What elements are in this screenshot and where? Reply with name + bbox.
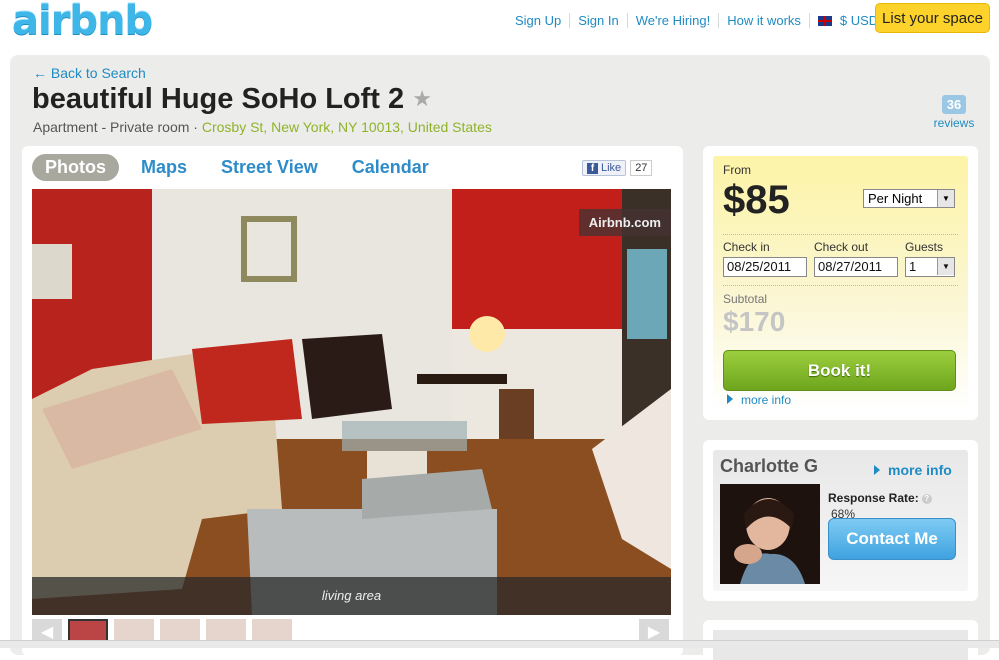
booking-more-info-link[interactable]: more info xyxy=(727,393,791,407)
arrow-left-icon: ← xyxy=(33,65,47,81)
contact-me-button[interactable]: Contact Me xyxy=(828,518,956,560)
reviews-link[interactable]: reviews xyxy=(930,116,978,130)
response-rate-label: Response Rate:? xyxy=(828,491,932,505)
airbnb-logo[interactable]: airbnb xyxy=(12,0,153,44)
list-your-space-button[interactable]: List your space xyxy=(875,3,990,33)
photo-watermark: Airbnb.com xyxy=(578,209,671,236)
listing-location-link[interactable]: Crosby St, New York, NY 10013, United St… xyxy=(202,119,492,135)
like-count: 27 xyxy=(630,160,653,176)
from-label: From xyxy=(723,163,751,177)
booking-panel: From $85 Per Night ▼ Check in 08/25/2011 … xyxy=(703,146,978,420)
currency-label: $ USD xyxy=(839,13,879,28)
listing-title-text: beautiful Huge SoHo Loft 2 xyxy=(32,83,405,115)
listing-subtitle: Apartment - Private room · Crosby St, Ne… xyxy=(33,119,492,135)
help-icon[interactable]: ? xyxy=(921,494,932,504)
living-room-photo xyxy=(32,189,671,615)
listing-title: beautiful Huge SoHo Loft 2 ★ xyxy=(32,83,432,116)
tab-calendar[interactable]: Calendar xyxy=(352,157,429,178)
sign-in-link[interactable]: Sign In xyxy=(570,13,628,28)
triangle-right-icon xyxy=(727,394,733,404)
price-period-select[interactable]: Per Night ▼ xyxy=(863,189,955,208)
top-navigation: Sign Up Sign In We're Hiring! How it wor… xyxy=(515,13,886,28)
checkout-input[interactable]: 08/27/2011 xyxy=(814,257,898,277)
checkin-input[interactable]: 08/25/2011 xyxy=(723,257,807,277)
tab-photos[interactable]: Photos xyxy=(32,154,119,181)
response-rate-text: Response Rate: xyxy=(828,491,919,505)
uk-flag-icon xyxy=(817,16,832,26)
triangle-right-icon xyxy=(874,465,880,475)
subtotal-value: $170 xyxy=(723,306,786,337)
tab-street-view[interactable]: Street View xyxy=(221,157,318,178)
photo-panel: Photos Maps Street View Calendar f Like 2… xyxy=(22,146,683,656)
media-tabs: Photos Maps Street View Calendar xyxy=(32,154,463,181)
guests-select[interactable]: 1 ▼ xyxy=(905,257,955,277)
price-period-value: Per Night xyxy=(868,191,923,206)
hiring-link[interactable]: We're Hiring! xyxy=(628,13,720,28)
booking-box: From $85 Per Night ▼ Check in 08/25/2011 … xyxy=(713,156,968,411)
chevron-down-icon: ▼ xyxy=(937,258,954,275)
subtotal-label: Subtotal xyxy=(723,292,768,306)
host-box: Charlotte G more info Response Rate:? 68… xyxy=(713,450,968,591)
back-label: Back to Search xyxy=(50,65,146,81)
reviews-widget[interactable]: 36 reviews xyxy=(930,95,978,130)
room-type: Apartment - Private room xyxy=(33,119,190,135)
favorite-star-icon[interactable]: ★ xyxy=(412,86,432,111)
checkout-label: Check out xyxy=(814,240,869,254)
facebook-icon: f xyxy=(587,162,598,174)
tab-maps[interactable]: Maps xyxy=(141,157,187,178)
checkin-label: Check in xyxy=(723,240,770,254)
sign-up-link[interactable]: Sign Up xyxy=(515,13,571,28)
guests-value: 1 xyxy=(909,259,917,274)
host-photo xyxy=(720,484,820,584)
facebook-like-button[interactable]: f Like xyxy=(582,160,627,176)
host-panel: Charlotte G more info Response Rate:? 68… xyxy=(703,440,978,601)
host-avatar[interactable] xyxy=(720,484,820,584)
nightly-price: $85 xyxy=(723,178,790,222)
more-info-label: more info xyxy=(741,393,792,407)
divider xyxy=(723,285,958,286)
chevron-down-icon: ▼ xyxy=(937,190,954,207)
book-it-button[interactable]: Book it! xyxy=(723,350,956,391)
divider xyxy=(723,234,958,235)
photo-caption: living area xyxy=(32,577,671,615)
host-more-info-link[interactable]: more info xyxy=(874,462,952,478)
back-to-search-link[interactable]: ← Back to Search xyxy=(33,65,146,81)
facebook-like: f Like 27 xyxy=(582,160,653,176)
guests-label: Guests xyxy=(905,240,944,254)
host-name[interactable]: Charlotte G xyxy=(720,456,818,477)
main-photo[interactable]: Airbnb.com living area xyxy=(32,189,671,615)
host-more-info-label: more info xyxy=(888,462,952,478)
how-it-works-link[interactable]: How it works xyxy=(719,13,810,28)
reviews-count-badge: 36 xyxy=(941,95,967,114)
like-label: Like xyxy=(601,162,622,174)
